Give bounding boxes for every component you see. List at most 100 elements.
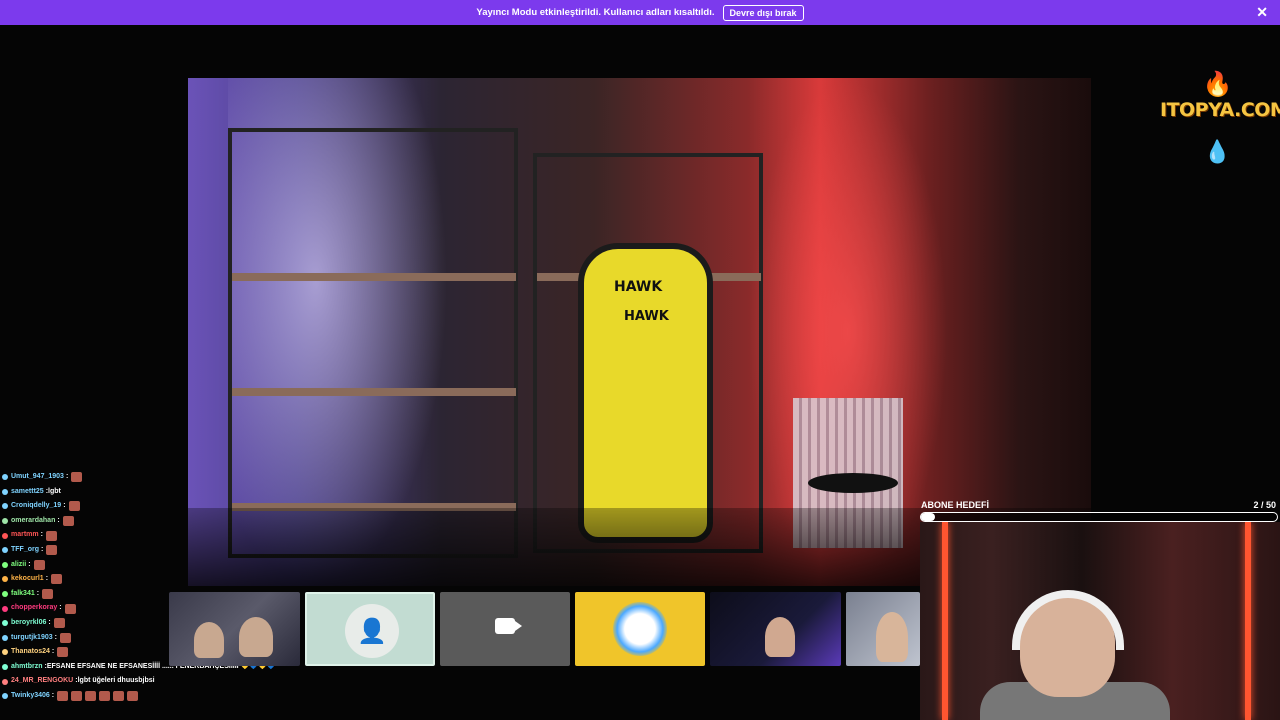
chat-message: kekocurl1:: [2, 572, 302, 587]
chat-badge-icon: [2, 547, 8, 554]
chat-badge-icon: [2, 678, 8, 685]
chat-badge-icon: [2, 634, 8, 641]
person: [765, 617, 795, 657]
chat-separator: :: [51, 648, 55, 656]
chat-emote-icon: [45, 530, 57, 541]
video-camera-icon: [495, 618, 522, 634]
chat-message: martmm:: [2, 528, 302, 543]
chat-emote-icon: [59, 632, 71, 643]
chat-username[interactable]: martmm: [11, 528, 39, 543]
goal-progress-fill: [921, 513, 936, 521]
chat-message: omerardahan:: [2, 514, 302, 529]
chat-username[interactable]: falk341: [11, 587, 35, 602]
gaming-chair: HAWK HAWK: [578, 243, 713, 543]
stool: [808, 473, 898, 493]
chat-emote-icon: [127, 691, 139, 702]
banner-message: Yayıncı Modu etkinleştirildi. Kullanıcı …: [476, 7, 715, 18]
chat-badge-icon: [2, 576, 8, 583]
chat-username[interactable]: beroyrkl06: [11, 616, 46, 631]
chat-badge-icon: [2, 664, 8, 671]
chair-brand-2: HAWK: [624, 309, 669, 324]
chat-username[interactable]: Umut_947_1903: [11, 470, 64, 485]
chat-badge-icon: [2, 561, 8, 568]
participant-thumb[interactable]: [575, 592, 705, 666]
chat-separator: :: [54, 633, 57, 641]
participant-thumb-camera-off[interactable]: [440, 592, 570, 666]
streamer-cam[interactable]: [920, 522, 1280, 720]
chat-badge-icon: [2, 620, 8, 627]
participant-thumb[interactable]: [710, 592, 841, 666]
chat-separator: :: [59, 604, 62, 612]
goal-count: 2 / 50: [1253, 500, 1276, 510]
chat-separator: :: [63, 502, 66, 510]
chat-username[interactable]: 24_MR_RENGOKU: [11, 674, 73, 689]
chat-separator: :: [28, 560, 31, 568]
participant-thumb[interactable]: [169, 592, 300, 666]
chat-separator: :: [51, 691, 55, 699]
goal-title: ABONE HEDEFİ: [921, 500, 990, 510]
chat-emote-icon: [51, 574, 63, 585]
chat-message: 24_MR_RENGOKU: lgbt üğeleri dhuusbjbsi: [2, 674, 302, 689]
chat-username[interactable]: alizii: [11, 558, 26, 573]
chat-username[interactable]: chopperkoray: [11, 601, 57, 616]
chat-username[interactable]: turgutjk1903: [11, 631, 53, 646]
chat-badge-icon: [2, 693, 8, 700]
chat-message: samettt25: lgbt: [2, 485, 302, 500]
chat-text: lgbt üğeleri dhuusbjbsi: [77, 677, 155, 685]
chat-separator: :: [36, 589, 40, 597]
chat-badge-icon: [2, 532, 8, 539]
chat-badge-icon: [2, 474, 8, 481]
streamer-mode-banner: Yayıncı Modu etkinleştirildi. Kullanıcı …: [0, 0, 1280, 25]
person: [239, 617, 273, 657]
chat-message: Croniqdelly_19:: [2, 499, 302, 514]
chat-emote-icon: [57, 691, 69, 702]
chat-username[interactable]: Croniqdelly_19: [11, 499, 61, 514]
chat-username[interactable]: omerardahan: [11, 514, 55, 529]
sponsor-logo: 🔥 ITOPYA.COM 💧: [1160, 70, 1280, 165]
chat-separator: :: [48, 618, 51, 626]
chat-emote-icon: [64, 603, 76, 614]
chat-badge-icon: [2, 518, 8, 525]
chat-emote-icon: [46, 545, 58, 556]
chat-emote-icon: [33, 559, 45, 570]
person: [876, 612, 908, 662]
chat-badge-icon: [2, 488, 8, 495]
chat-username[interactable]: Thanatos24: [11, 645, 50, 660]
chat-emote-icon: [113, 691, 125, 702]
avatar: [613, 602, 667, 656]
chat-emote-icon: [68, 501, 80, 512]
participant-thumb-active[interactable]: 👤: [305, 592, 435, 666]
chat-separator: :: [41, 545, 44, 553]
chat-text: lgbt: [48, 487, 61, 495]
chat-emote-icon: [57, 647, 69, 658]
chat-separator: :: [65, 473, 69, 480]
chat-badge-icon: [2, 503, 8, 510]
chat-emote-icon: [71, 691, 83, 702]
goal-progress-bar: [920, 512, 1278, 522]
avatar: 👤: [345, 604, 399, 658]
chat-emote-icon: [53, 618, 65, 629]
chat-emote-icon: [62, 516, 74, 527]
chat-badge-icon: [2, 649, 8, 656]
chat-message: Twinky3406:: [2, 689, 302, 704]
chat-username[interactable]: samettt25: [11, 485, 44, 500]
chat-emote-icon: [99, 691, 111, 702]
participant-strip: 👤: [169, 591, 920, 668]
close-icon[interactable]: ✕: [1256, 4, 1268, 21]
chat-username[interactable]: kekocurl1: [11, 572, 44, 587]
chat-username[interactable]: ahmtbrzn: [11, 660, 43, 675]
chat-separator: :: [57, 516, 60, 524]
chat-separator: :: [40, 531, 43, 539]
chat-separator: :: [45, 575, 49, 583]
chat-emote-icon: [42, 589, 54, 600]
disable-button[interactable]: Devre dışı bırak: [722, 4, 804, 21]
person: [194, 622, 224, 658]
chat-emote-icon: [71, 472, 83, 483]
chat-username[interactable]: TFF_org: [11, 543, 39, 558]
sponsor-name: ITOPYA.COM: [1160, 99, 1280, 121]
chair-brand: HAWK: [614, 279, 663, 295]
chat-emote-icon: [85, 691, 97, 702]
participant-thumb[interactable]: [846, 592, 920, 666]
chat-username[interactable]: Twinky3406: [11, 689, 50, 704]
chat-message: alizii:: [2, 558, 302, 573]
